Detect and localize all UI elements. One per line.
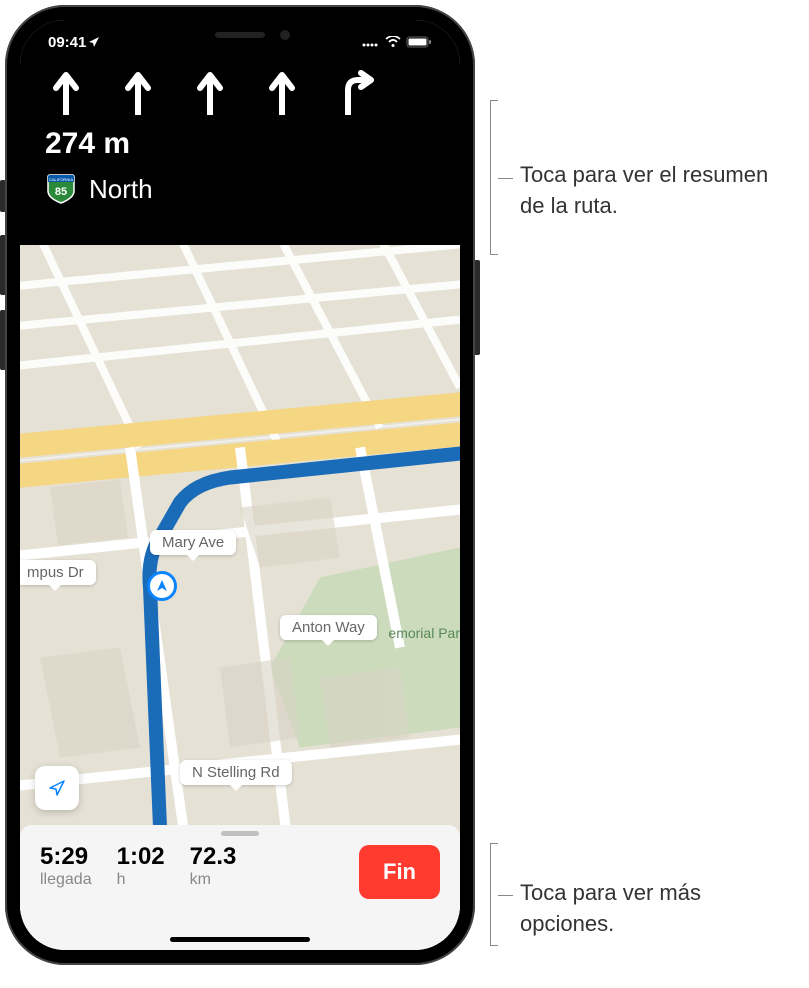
- direction-label: North: [89, 174, 153, 205]
- svg-text:85: 85: [55, 186, 67, 198]
- status-icons: [362, 36, 432, 48]
- route-shield-icon: CALIFORNIA 85: [45, 173, 77, 205]
- cellular-icon: [362, 36, 380, 48]
- home-indicator[interactable]: [170, 937, 310, 942]
- trip-info-panel[interactable]: 5:29 llegada 1:02 h 72.3 km Fin: [20, 825, 460, 950]
- distance-stat: 72.3 km: [190, 843, 237, 889]
- current-location-marker: [147, 571, 177, 601]
- trip-stats: 5:29 llegada 1:02 h 72.3 km: [40, 843, 359, 889]
- battery-icon: [406, 36, 432, 48]
- time-value: 09:41: [48, 34, 86, 51]
- heading-arrow-icon: [155, 579, 169, 593]
- notch: [135, 20, 345, 50]
- duration-unit: h: [117, 871, 165, 889]
- wifi-icon: [385, 36, 401, 48]
- street-label: mpus Dr: [20, 560, 96, 585]
- tracking-button[interactable]: [35, 766, 79, 810]
- callout-bottom: Toca para ver más opciones.: [520, 878, 780, 940]
- arrival-label: llegada: [40, 871, 92, 889]
- panel-grabber[interactable]: [221, 831, 259, 836]
- street-label: N Stelling Rd: [180, 760, 292, 785]
- lane-straight-icon: [194, 70, 226, 115]
- lane-turn-right-icon: [338, 70, 378, 115]
- direction-info: CALIFORNIA 85 North: [45, 173, 435, 205]
- callout-top: Toca para ver el resumen de la ruta.: [520, 160, 780, 222]
- end-button[interactable]: Fin: [359, 845, 440, 899]
- phone-frame: 09:41: [5, 5, 475, 965]
- street-label: Anton Way: [280, 615, 377, 640]
- distance-value: 72.3: [190, 843, 237, 871]
- duration-value: 1:02: [117, 843, 165, 871]
- distance-unit: km: [190, 871, 237, 889]
- duration-stat: 1:02 h: [117, 843, 165, 889]
- park-label: emorial Par: [388, 625, 460, 641]
- phone-screen: 09:41: [20, 20, 460, 950]
- arrival-time: 5:29: [40, 843, 92, 871]
- lane-straight-icon: [50, 70, 82, 115]
- svg-text:CALIFORNIA: CALIFORNIA: [49, 177, 73, 182]
- street-label: Mary Ave: [150, 530, 236, 555]
- status-time: 09:41: [48, 34, 100, 51]
- map[interactable]: Mary Ave mpus Dr Anton Way N Stelling Rd…: [20, 245, 460, 950]
- location-arrow-icon: [47, 778, 67, 798]
- lane-straight-icon: [122, 70, 154, 115]
- lane-guidance: [45, 70, 435, 115]
- maneuver-distance: 274 m: [45, 127, 435, 161]
- location-services-icon: [88, 36, 100, 48]
- lane-straight-icon: [266, 70, 298, 115]
- arrival-stat: 5:29 llegada: [40, 843, 92, 889]
